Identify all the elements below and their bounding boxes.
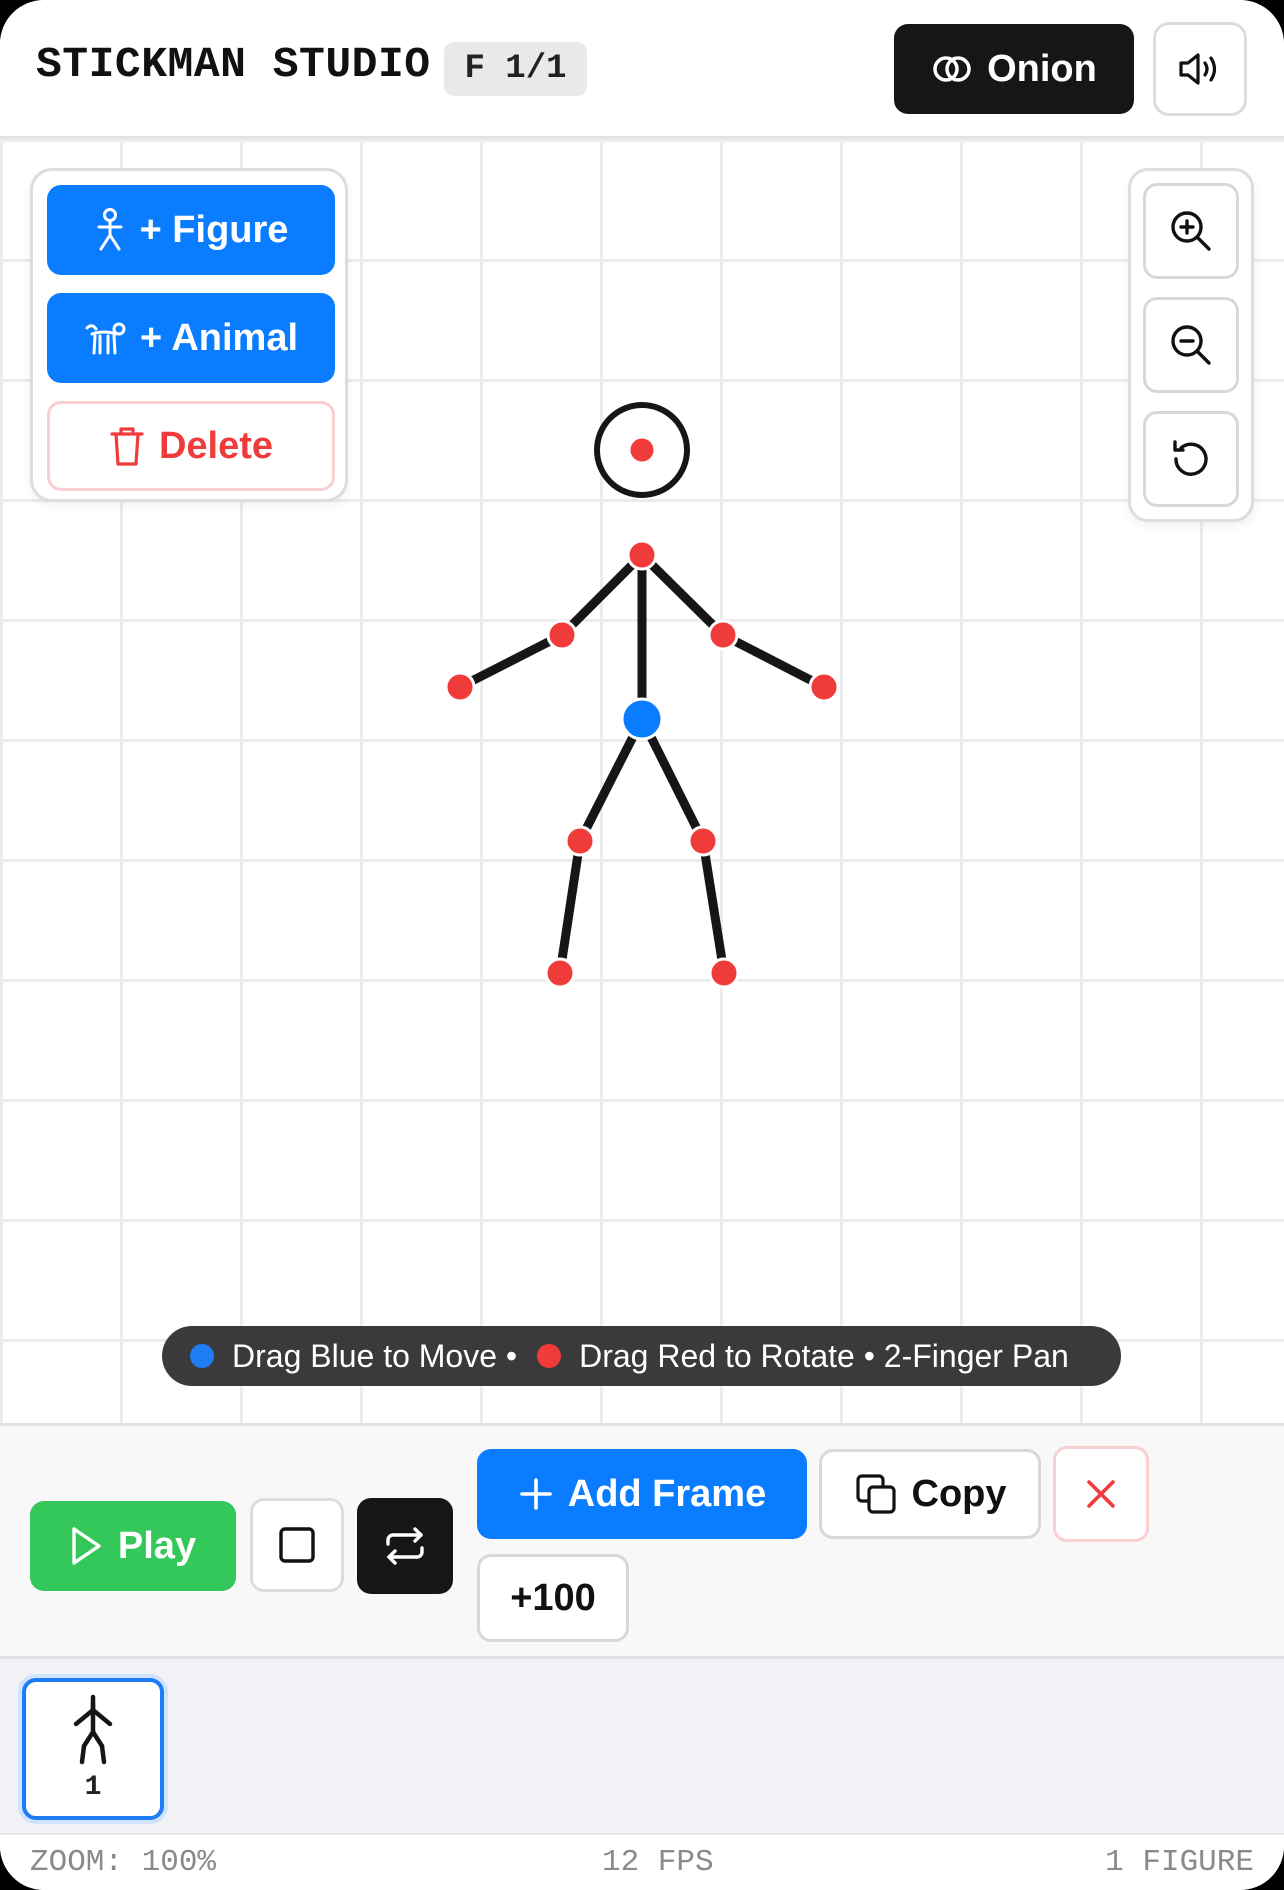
blue-dot-icon bbox=[190, 1344, 214, 1368]
left-forearm-bone bbox=[455, 630, 567, 692]
delete-button[interactable]: Delete bbox=[47, 401, 335, 491]
zoom-panel bbox=[1128, 168, 1254, 522]
trash-icon bbox=[110, 427, 144, 466]
zoom-out-icon bbox=[1171, 325, 1211, 365]
tool-panel: + Figure + Animal Delete bbox=[30, 168, 348, 502]
left-shin-bone bbox=[555, 836, 585, 978]
app-window: STICKMAN STUDIO F 1/1 Onion + Figure + A… bbox=[0, 0, 1284, 1890]
add-figure-label: + Figure bbox=[139, 208, 289, 251]
delete-label: Delete bbox=[158, 424, 274, 467]
delete-frame-button[interactable] bbox=[1053, 1446, 1149, 1542]
right-foot-joint-handle[interactable] bbox=[708, 957, 740, 989]
frame-timeline: 1 bbox=[0, 1656, 1284, 1833]
zoom-in-button[interactable] bbox=[1143, 183, 1239, 279]
head-joint-handle[interactable] bbox=[627, 435, 657, 465]
right-forearm-bone bbox=[718, 630, 829, 692]
hint-move-text: Drag Blue to Move • bbox=[232, 1337, 518, 1374]
copy-icon bbox=[855, 1474, 896, 1514]
frame-indicator-badge: F 1/1 bbox=[444, 42, 587, 96]
copy-frame-button[interactable]: Copy bbox=[819, 1449, 1041, 1539]
fps-status: 12 FPS bbox=[602, 1845, 714, 1880]
add-animal-label: + Animal bbox=[139, 316, 299, 359]
stick-figure-thumbnail-icon bbox=[73, 1694, 113, 1765]
status-bar: ZOOM: 100% 12 FPS 1 FIGURE bbox=[0, 1833, 1284, 1890]
app-title: STICKMAN STUDIO bbox=[36, 40, 431, 89]
hint-rotate-text: Drag Red to Rotate • 2-Finger Pan bbox=[579, 1337, 1069, 1374]
add-animal-button[interactable]: + Animal bbox=[47, 293, 335, 383]
onion-rings-icon bbox=[933, 56, 971, 82]
play-label: Play bbox=[117, 1524, 197, 1567]
stop-button[interactable] bbox=[250, 1498, 344, 1592]
plus-icon bbox=[519, 1478, 552, 1510]
onion-skin-button[interactable]: Onion bbox=[894, 24, 1134, 114]
play-icon bbox=[72, 1527, 101, 1565]
frame-thumbnail[interactable]: 1 bbox=[22, 1678, 164, 1820]
zoom-status: ZOOM: 100% bbox=[30, 1845, 217, 1880]
instruction-hint: Drag Blue to Move • Drag Red to Rotate •… bbox=[162, 1326, 1121, 1386]
red-dot-icon bbox=[537, 1344, 562, 1368]
hip-move-handle[interactable] bbox=[620, 697, 664, 741]
loop-toggle-button[interactable] bbox=[357, 1498, 453, 1594]
close-icon bbox=[1087, 1480, 1115, 1508]
right-hand-joint-handle[interactable] bbox=[808, 671, 840, 703]
play-button[interactable]: Play bbox=[30, 1501, 236, 1591]
playback-controls: Play Add Frame Copy +100 bbox=[0, 1423, 1284, 1656]
reset-view-button[interactable] bbox=[1143, 411, 1239, 507]
right-upper-arm-bone bbox=[637, 550, 728, 640]
right-shin-bone bbox=[698, 836, 729, 978]
left-knee-joint-handle[interactable] bbox=[564, 825, 596, 857]
add-frame-label: Add Frame bbox=[567, 1472, 767, 1515]
left-elbow-joint-handle[interactable] bbox=[546, 619, 578, 651]
zoom-in-icon bbox=[1171, 211, 1211, 251]
onion-label: Onion bbox=[987, 47, 1097, 90]
speaker-icon bbox=[1179, 53, 1217, 85]
dog-icon bbox=[85, 322, 126, 355]
person-icon bbox=[97, 208, 123, 251]
left-hand-joint-handle[interactable] bbox=[444, 671, 476, 703]
stop-icon bbox=[279, 1527, 315, 1563]
right-elbow-joint-handle[interactable] bbox=[707, 619, 739, 651]
loop-icon bbox=[386, 1527, 424, 1565]
copy-label: Copy bbox=[911, 1472, 1007, 1515]
sound-toggle-button[interactable] bbox=[1153, 22, 1247, 116]
reset-icon bbox=[1173, 440, 1208, 476]
left-upper-arm-bone bbox=[557, 550, 647, 640]
figure-count-status: 1 FIGURE bbox=[1105, 1845, 1254, 1880]
left-foot-joint-handle[interactable] bbox=[544, 957, 576, 989]
header-bar: STICKMAN STUDIO F 1/1 Onion bbox=[0, 0, 1284, 139]
add-100-frames-button[interactable]: +100 bbox=[477, 1554, 629, 1642]
right-knee-joint-handle[interactable] bbox=[687, 825, 719, 857]
frame-number: 1 bbox=[84, 1772, 102, 1803]
add-frame-button[interactable]: Add Frame bbox=[477, 1449, 807, 1539]
zoom-out-button[interactable] bbox=[1143, 297, 1239, 393]
neck-joint-handle[interactable] bbox=[626, 539, 658, 571]
add-figure-button[interactable]: + Figure bbox=[47, 185, 335, 275]
